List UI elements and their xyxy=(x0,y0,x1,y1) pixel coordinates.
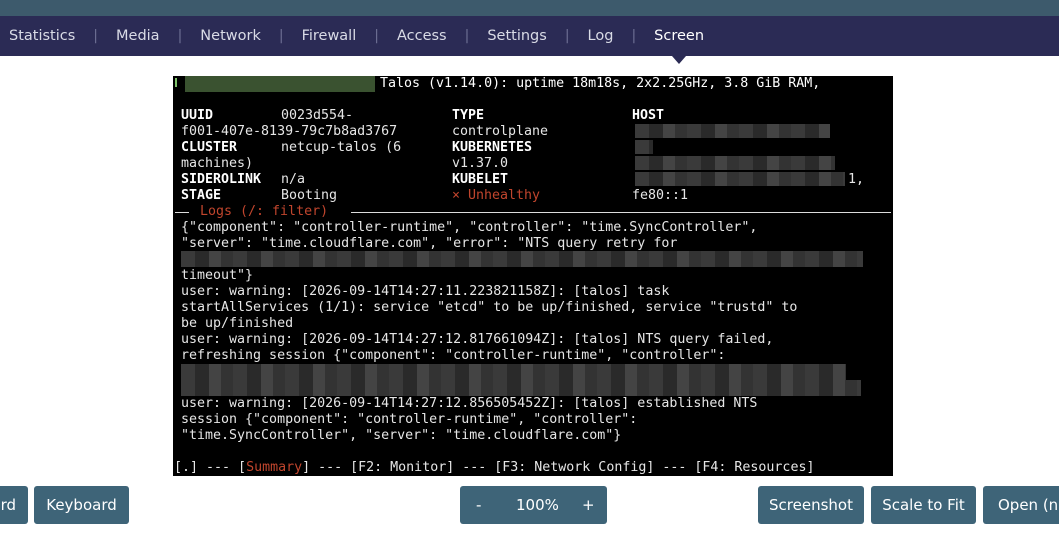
cluster-label: CLUSTER xyxy=(181,140,238,155)
nav-separator: | xyxy=(93,28,99,44)
siderolink-label: SIDEROLINK xyxy=(181,172,262,187)
redacted-log xyxy=(181,380,861,396)
tab-network[interactable]: Network xyxy=(191,16,270,56)
uuid-value-cont: f001-407e-8139-79c7b8ad3767 xyxy=(181,124,398,139)
uuid-label: UUID xyxy=(181,108,214,123)
type-value: controlplane xyxy=(452,124,549,139)
console-header: Talos (v1.14.0): uptime 18m18s, 2x2.25GH… xyxy=(380,76,821,91)
zoom-out-button[interactable]: - xyxy=(476,496,481,514)
scale-to-fit-button[interactable]: Scale to Fit xyxy=(871,486,976,524)
nav-separator: | xyxy=(464,28,470,44)
screenshot-button[interactable]: Screenshot xyxy=(758,486,864,524)
tab-log[interactable]: Log xyxy=(579,16,623,56)
log-line: "time.SyncController", "server": "time.c… xyxy=(181,428,622,443)
log-line: be up/finished xyxy=(181,316,294,331)
redacted-host xyxy=(635,140,653,154)
uuid-value: 0023d554- xyxy=(281,108,354,123)
stage-label: STAGE xyxy=(181,188,222,203)
redacted-log xyxy=(181,364,846,380)
type-label: TYPE xyxy=(452,108,485,123)
footer-summary: Summary xyxy=(246,460,303,475)
log-line: refreshing session {"component": "contro… xyxy=(181,348,726,363)
tab-screen[interactable]: Screen xyxy=(645,16,713,64)
log-line: user: warning: [2026-09-14T14:27:11.2238… xyxy=(181,284,670,299)
logs-divider xyxy=(351,212,891,213)
kubernetes-value: v1.37.0 xyxy=(452,156,509,171)
redacted-log xyxy=(181,251,863,267)
nav-separator: | xyxy=(631,28,637,44)
log-line: user: warning: [2026-09-14T14:27:12.8176… xyxy=(181,332,774,347)
nav-separator: | xyxy=(177,28,183,44)
nav-separator: | xyxy=(278,28,284,44)
redacted-host xyxy=(635,124,830,138)
zoom-control: - 100% + xyxy=(460,486,607,524)
log-line: "server": "time.cloudflare.com", "error"… xyxy=(181,236,678,251)
top-strip xyxy=(0,0,1059,16)
footer-keys: ] --- [F2: Monitor] --- [F3: Network Con… xyxy=(302,460,815,475)
log-line: session {"component": "controller-runtim… xyxy=(181,412,638,427)
log-line: user: warning: [2026-09-14T14:27:12.8565… xyxy=(181,396,758,411)
keyboard-button[interactable]: Keyboard xyxy=(34,486,129,524)
footer-prefix: [.] --- [ xyxy=(174,460,247,475)
tab-access[interactable]: Access xyxy=(388,16,456,56)
main-nav: Statistics | Media | Network | Firewall … xyxy=(0,16,1059,64)
host-ipv6: fe80::1 xyxy=(632,188,689,203)
cursor xyxy=(175,78,177,87)
nav-separator: | xyxy=(564,28,570,44)
tab-media[interactable]: Media xyxy=(107,16,169,56)
stage-value: Booting xyxy=(281,188,338,203)
kubelet-label: KUBELET xyxy=(452,172,509,187)
tab-firewall[interactable]: Firewall xyxy=(293,16,366,56)
log-line: {"component": "controller-runtime", "con… xyxy=(181,220,758,235)
kubelet-status: × Unhealthy xyxy=(452,188,541,203)
clipboard-button[interactable]: rd xyxy=(0,486,28,524)
log-line: startAllServices (1/1): service "etcd" t… xyxy=(181,300,798,315)
cluster-value: netcup-talos (6 xyxy=(281,140,402,155)
cluster-value-cont: machines) xyxy=(181,156,254,171)
logs-divider xyxy=(175,212,189,213)
host-label: HOST xyxy=(632,108,665,123)
redacted-host xyxy=(635,156,835,170)
redacted-host xyxy=(635,172,845,186)
log-line: timeout"} xyxy=(181,268,254,283)
logs-title: Logs (/: filter) xyxy=(200,204,329,219)
redacted-hostname xyxy=(185,76,375,92)
open-new-window-button[interactable]: Open (ne xyxy=(983,486,1059,524)
tab-statistics[interactable]: Statistics xyxy=(0,16,84,56)
nav-separator: | xyxy=(374,28,379,44)
siderolink-value: n/a xyxy=(281,172,306,187)
kubernetes-label: KUBERNETES xyxy=(452,140,533,155)
console-footer: [.] --- [Summary] --- [F2: Monitor] --- … xyxy=(174,460,814,476)
tab-settings[interactable]: Settings xyxy=(478,16,555,56)
zoom-in-button[interactable]: + xyxy=(582,496,595,514)
zoom-level: 100% xyxy=(516,496,559,514)
host-address-suffix: 1, xyxy=(848,172,865,187)
remote-console-screen[interactable]: Talos (v1.14.0): uptime 18m18s, 2x2.25GH… xyxy=(173,76,893,476)
